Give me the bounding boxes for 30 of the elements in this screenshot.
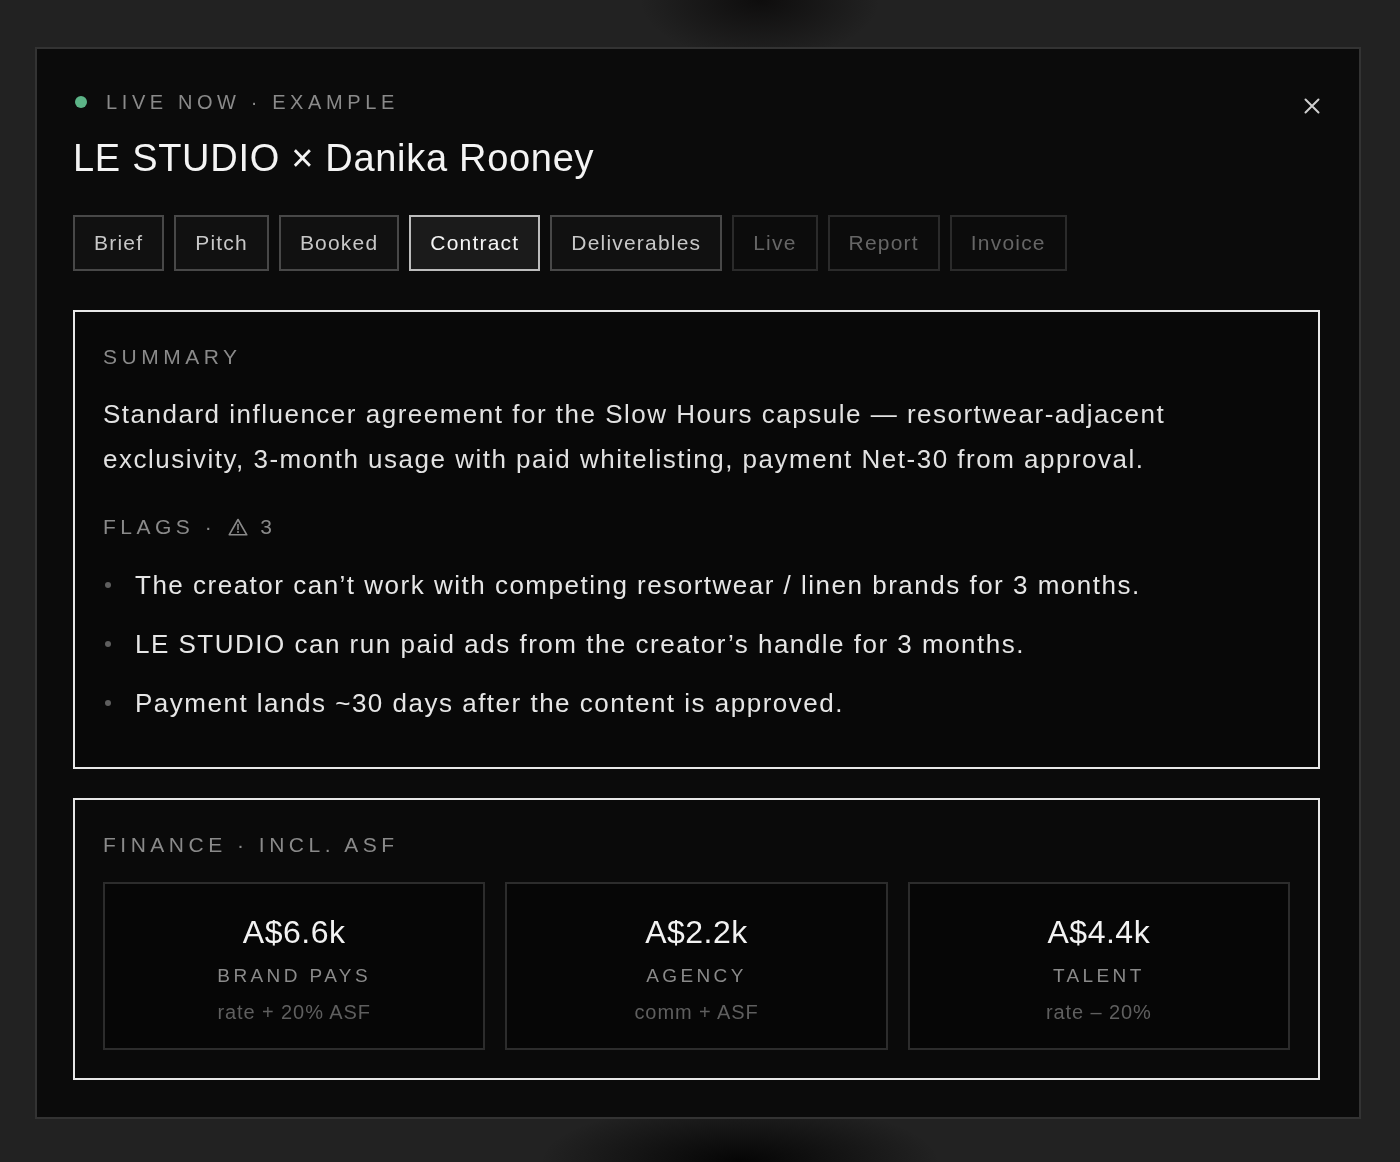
- status-label: LIVE NOW · EXAMPLE: [106, 90, 399, 114]
- amount-note: rate + 20% ASF: [217, 1000, 371, 1024]
- bullet-icon: [105, 700, 111, 706]
- summary-text: Standard influencer agreement for the Slow Hours capsule — resortwear-adjacent exclusivity, 3-month usage with paid whitelisting, payment Net-30 from approval.: [103, 398, 1167, 476]
- stage-tab[interactable]: Booked: [278, 215, 400, 271]
- flag-text: Payment lands ~30 days after the content is approved.: [135, 687, 844, 720]
- amount-label: AGENCY: [646, 964, 747, 988]
- amount-value: A$6.6k: [242, 914, 346, 950]
- section-heading: FLAGS ·: [103, 515, 217, 539]
- status-dot-icon: [75, 96, 87, 108]
- flag-text: LE STUDIO can run paid ads from the creator’s handle for 3 months.: [135, 628, 1025, 661]
- flag-text: The creator can’t work with competing resortwear / linen brands for 3 months.: [135, 569, 1141, 602]
- stage-tab[interactable]: Pitch: [174, 215, 269, 271]
- warning-icon: [228, 518, 249, 536]
- flag-count: 3: [260, 515, 272, 539]
- amount-label: TALENT: [1052, 964, 1145, 988]
- amount-label: BRAND PAYS: [217, 964, 371, 988]
- stage-tab[interactable]: Deliverables: [550, 215, 723, 271]
- close-icon[interactable]: [1304, 98, 1320, 114]
- section-heading: FINANCE · INCL. ASF: [103, 833, 400, 857]
- amount-value: A$2.2k: [645, 914, 748, 950]
- bullet-icon: [105, 582, 111, 588]
- modal-title: LE STUDIO × Danika Rooney: [73, 136, 595, 181]
- amount-value: A$4.4k: [1047, 914, 1151, 950]
- stage-tab[interactable]: Contract: [409, 215, 541, 271]
- stage-tab[interactable]: Brief: [73, 215, 165, 271]
- bullet-icon: [105, 641, 111, 647]
- amount-note: comm + ASF: [634, 1000, 759, 1024]
- section-heading: SUMMARY: [103, 345, 243, 369]
- amount-note: rate – 20%: [1045, 1000, 1152, 1024]
